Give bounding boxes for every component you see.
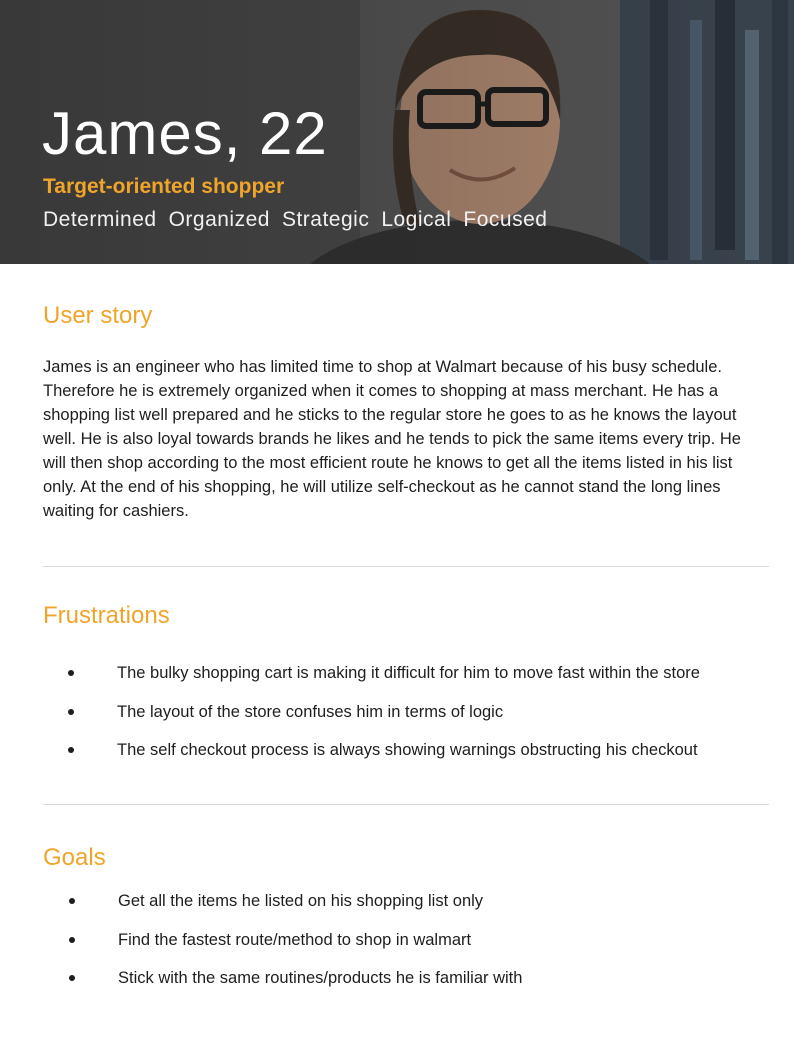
goal-text: Stick with the same routines/products he… bbox=[118, 969, 523, 987]
goal-text: Find the fastest route/method to shop in… bbox=[118, 930, 472, 949]
trait-tag: Strategic bbox=[281, 208, 370, 231]
bullet-icon bbox=[69, 975, 75, 981]
trait-tag: Determined bbox=[43, 208, 157, 231]
persona-traits: Determined Organized Strategic Logical F… bbox=[43, 205, 547, 235]
trait-tag: Organized bbox=[168, 208, 270, 231]
section-divider bbox=[43, 566, 769, 567]
bullet-icon bbox=[69, 936, 75, 943]
user-story-heading: User story bbox=[43, 302, 153, 329]
frustration-text: The self checkout process is always show… bbox=[117, 741, 698, 759]
goals-heading: Goals bbox=[43, 844, 106, 871]
bullet-icon bbox=[69, 898, 75, 904]
bullet-icon bbox=[68, 708, 74, 715]
persona-name: James, 22 bbox=[42, 100, 328, 167]
persona-role: Target-oriented shopper bbox=[43, 175, 285, 198]
frustration-text: The layout of the store confuses him in … bbox=[117, 702, 504, 721]
goal-text: Get all the items he listed on his shopp… bbox=[118, 892, 484, 910]
user-story-text: James is an engineer who has limited tim… bbox=[43, 358, 741, 520]
trait-tag: Focused bbox=[463, 208, 548, 231]
trait-tag: Logical bbox=[381, 208, 452, 231]
persona-header: James, 22 Target-oriented shopper Determ… bbox=[0, 0, 794, 264]
bullet-icon bbox=[68, 670, 74, 676]
frustration-text: The bulky shopping cart is making it dif… bbox=[117, 664, 700, 682]
bullet-icon bbox=[68, 747, 74, 753]
frustrations-heading: Frustrations bbox=[43, 602, 170, 629]
section-divider bbox=[43, 804, 769, 805]
